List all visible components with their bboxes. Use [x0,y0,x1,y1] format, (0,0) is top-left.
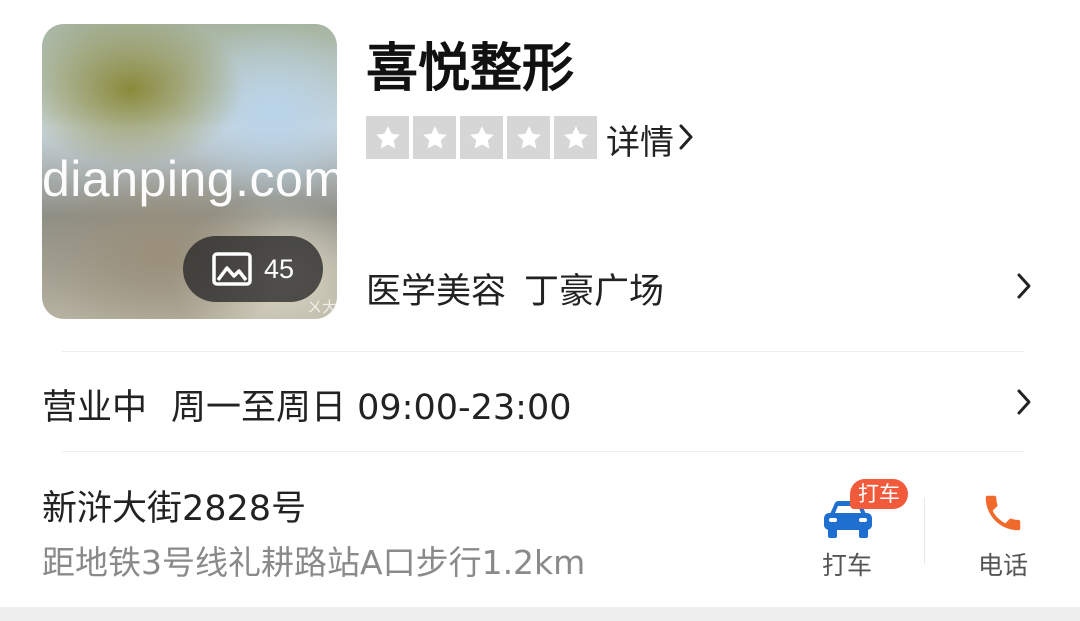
star-icon [366,116,409,159]
shop-area: 丁豪广场 [524,271,665,312]
rating-stars [366,116,597,159]
action-separator [924,498,925,564]
star-icon [507,116,550,159]
phone-button[interactable]: 电话 [960,478,1050,580]
phone-icon [980,490,1026,540]
star-icon [460,116,503,159]
divider [62,351,1024,352]
chevron-right-icon [678,120,694,160]
open-status: 营业中 [42,387,148,428]
subway-distance: 距地铁3号线礼耕路站A口步行1.2km [42,543,586,582]
photo-corner-mark: ㄨ大 [306,298,337,316]
shop-photo[interactable]: dianping.com 45 ㄨ大 [42,24,337,319]
shop-category: 医学美容 [366,271,507,312]
rating-detail-link[interactable]: 详情 [606,115,694,164]
phone-label: 电话 [978,551,1029,580]
image-icon [212,252,252,286]
photo-count-badge[interactable]: 45 [183,236,323,302]
chevron-right-icon [1016,388,1032,420]
taxi-label: 打车 [822,551,873,580]
shop-name: 喜悦整形 [366,39,575,99]
star-icon [554,116,597,159]
photo-watermark: dianping.com [42,151,337,207]
shop-address[interactable]: 新浒大街2828号 [42,480,306,531]
category-row[interactable]: 医学美容 丁豪广场 [366,262,1032,314]
star-icon [413,116,456,159]
taxi-tag-badge: 打车 [850,479,908,509]
photo-count: 45 [263,253,295,284]
bottom-separator-band [0,607,1080,621]
business-hours-row[interactable]: 营业中 周一至周日 09:00-23:00 [42,378,1032,430]
rating-detail-label: 详情 [606,123,674,163]
divider [62,451,1024,452]
chevron-right-icon [1016,272,1032,304]
opening-hours: 周一至周日 09:00-23:00 [171,387,572,428]
